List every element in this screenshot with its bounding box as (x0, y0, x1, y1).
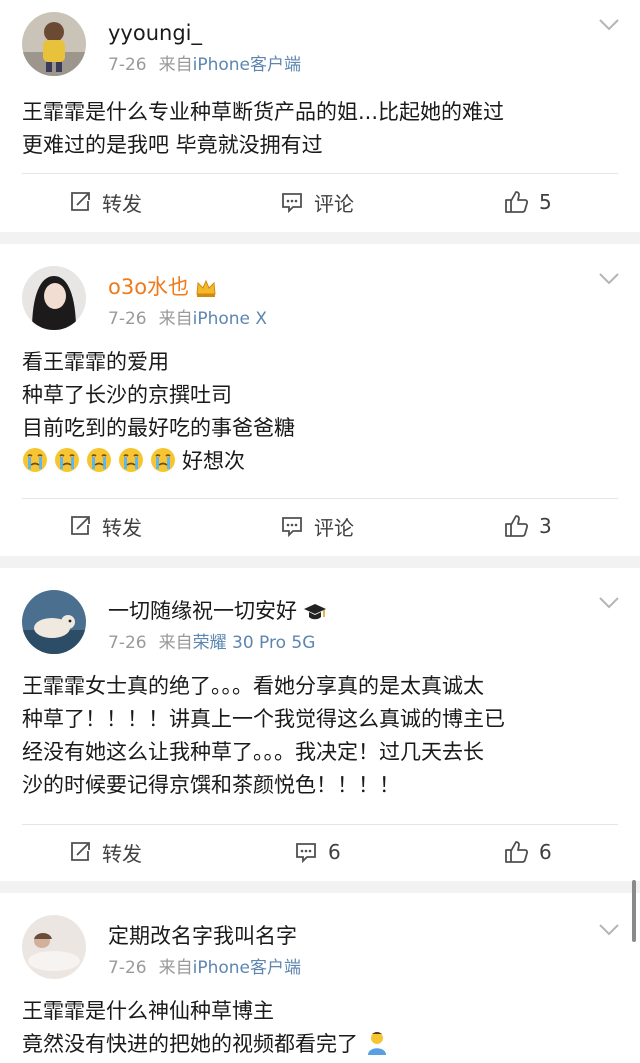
crying-face-icon (23, 448, 47, 472)
thumbs-up-icon (505, 515, 529, 537)
source-prefix: 来自 (158, 55, 193, 75)
comment-card: o3o水也 7-26 来自iPhone X 看王霏霏的爱用 种草了长沙的京撰吐司 … (0, 244, 640, 556)
action-bar: 转发 评论 5 (0, 184, 640, 220)
scrollbar[interactable] (632, 880, 636, 942)
chevron-down-icon[interactable] (598, 923, 620, 937)
like-button[interactable]: 6 (503, 834, 552, 870)
repost-label: 转发 (102, 841, 142, 866)
comment-label: 评论 (314, 515, 354, 540)
thumbs-up-icon (505, 841, 529, 863)
comment-date: 7-26 (108, 309, 147, 329)
text-line: 竟然没有快进的把她的视频都看完了 (22, 1028, 622, 1061)
comment-meta: 7-26 来自iPhone客户端 (108, 54, 301, 76)
text-line-body: 竟然没有快进的把她的视频都看完了 (22, 1032, 358, 1056)
comment-icon (282, 517, 302, 538)
divider (22, 498, 618, 499)
username[interactable]: 定期改名字我叫名字 (108, 923, 297, 949)
like-count: 5 (539, 190, 552, 214)
repost-button[interactable]: 转发 (68, 508, 142, 544)
separator (0, 881, 640, 893)
comment-button[interactable]: 6 (294, 834, 341, 870)
like-button[interactable]: 3 (503, 508, 552, 544)
repost-label: 转发 (102, 515, 142, 540)
comment-date: 7-26 (108, 55, 147, 75)
text-line: 看王霏霏的爱用 (22, 350, 169, 374)
separator (0, 232, 640, 244)
source-link[interactable]: iPhone X (193, 309, 267, 329)
comment-meta: 7-26 来自iPhone客户端 (108, 957, 301, 979)
text-line: 种草了！！！！讲真上一个我觉得这么真诚的博主已 (22, 707, 505, 731)
comment-card: 定期改名字我叫名字 7-26 来自iPhone客户端 王霏霏是什么神仙种草博主 竟… (0, 893, 640, 1063)
source-prefix: 来自 (158, 958, 193, 978)
source-link[interactable]: iPhone客户端 (193, 958, 301, 978)
text-line: 王霏霏是什么神仙种草博主 (22, 999, 274, 1023)
action-bar: 转发 评论 3 (0, 508, 640, 544)
divider (22, 173, 618, 174)
comment-text: 王霏霏是什么专业种草断货产品的姐...比起她的难过 更难过的是我吧 毕竟就没拥有… (22, 96, 622, 162)
chevron-down-icon[interactable] (598, 18, 620, 32)
comment-label: 评论 (314, 191, 354, 216)
thumbs-up-icon (505, 191, 529, 213)
text-line-tail: 好想次 (182, 449, 245, 473)
repost-icon (71, 192, 90, 211)
comment-card: yyoungi_ 7-26 来自iPhone客户端 王霏霏是什么专业种草断货产品的… (0, 0, 640, 232)
source-prefix: 来自 (158, 633, 193, 653)
username[interactable]: o3o水也 (108, 274, 217, 300)
chevron-down-icon[interactable] (598, 596, 620, 610)
comment-text: 王霏霏女士真的绝了。。。看她分享真的是太真诚太 种草了！！！！讲真上一个我觉得这… (22, 670, 622, 802)
crying-face-icon (87, 448, 111, 472)
action-bar: 转发 6 6 (0, 834, 640, 870)
text-line: 王霏霏是什么专业种草断货产品的姐...比起她的难过 (22, 100, 505, 124)
comment-date: 7-26 (108, 958, 147, 978)
avatar[interactable] (22, 266, 86, 330)
username[interactable]: yyoungi_ (108, 20, 202, 46)
repost-label: 转发 (102, 191, 142, 216)
repost-button[interactable]: 转发 (68, 834, 142, 870)
text-line: 沙的时候要记得京馔和茶颜悦色！！！！ (22, 773, 400, 797)
avatar[interactable] (22, 915, 86, 979)
crying-face-icon (119, 448, 143, 472)
repost-icon (71, 516, 90, 535)
comment-text: 王霏霏是什么神仙种草博主 竟然没有快进的把她的视频都看完了 (22, 995, 622, 1061)
crown-badge-icon (196, 279, 216, 297)
comment-button[interactable]: 评论 (280, 508, 354, 544)
chevron-down-icon[interactable] (598, 272, 620, 286)
text-line: 好想次 (22, 445, 622, 478)
username-text: 一切随缘祝一切安好 (108, 599, 297, 623)
person-bowing-icon (368, 1032, 386, 1055)
text-line: 经没有她这么让我种草了。。。我决定！过几天去长 (22, 740, 484, 764)
comment-meta: 7-26 来自iPhone X (108, 308, 267, 330)
comment-text: 看王霏霏的爱用 种草了长沙的京撰吐司 目前吃到的最好吃的事爸爸糖 好想次 (22, 346, 622, 478)
comment-icon (282, 193, 302, 214)
text-line: 更难过的是我吧 毕竟就没拥有过 (22, 133, 323, 157)
source-prefix: 来自 (158, 309, 193, 329)
like-button[interactable]: 5 (503, 184, 552, 220)
comment-card: 一切随缘祝一切安好 7-26 来自荣耀 30 Pro 5G 王霏霏女士真的绝了。。… (0, 568, 640, 881)
graduation-cap-icon (304, 604, 326, 620)
comment-date: 7-26 (108, 633, 147, 653)
crying-face-icon (55, 448, 79, 472)
text-line: 王霏霏女士真的绝了。。。看她分享真的是太真诚太 (22, 674, 484, 698)
username-text: o3o水也 (108, 275, 190, 299)
avatar[interactable] (22, 590, 86, 654)
repost-icon (71, 842, 90, 861)
comment-count: 6 (328, 840, 341, 864)
text-line: 目前吃到的最好吃的事爸爸糖 (22, 416, 295, 440)
comment-meta: 7-26 来自荣耀 30 Pro 5G (108, 632, 315, 654)
source-link[interactable]: 荣耀 30 Pro 5G (193, 633, 316, 653)
source-link[interactable]: iPhone客户端 (193, 55, 301, 75)
like-count: 3 (539, 514, 552, 538)
text-line: 种草了长沙的京撰吐司 (22, 383, 232, 407)
separator (0, 556, 640, 568)
crying-face-icon (151, 448, 175, 472)
username[interactable]: 一切随缘祝一切安好 (108, 598, 327, 624)
comment-button[interactable]: 评论 (280, 184, 354, 220)
comment-icon (296, 843, 316, 864)
like-count: 6 (539, 840, 552, 864)
avatar[interactable] (22, 12, 86, 76)
divider (22, 824, 618, 825)
repost-button[interactable]: 转发 (68, 184, 142, 220)
